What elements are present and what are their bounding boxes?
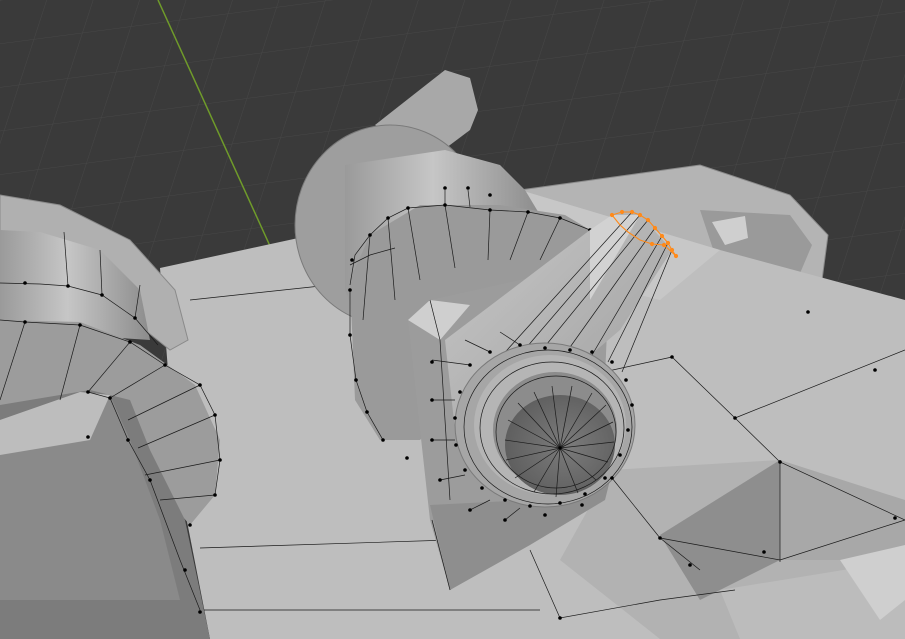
viewport-canvas[interactable] bbox=[0, 0, 905, 639]
bore-hole bbox=[505, 395, 615, 495]
3d-viewport[interactable] bbox=[0, 0, 905, 639]
